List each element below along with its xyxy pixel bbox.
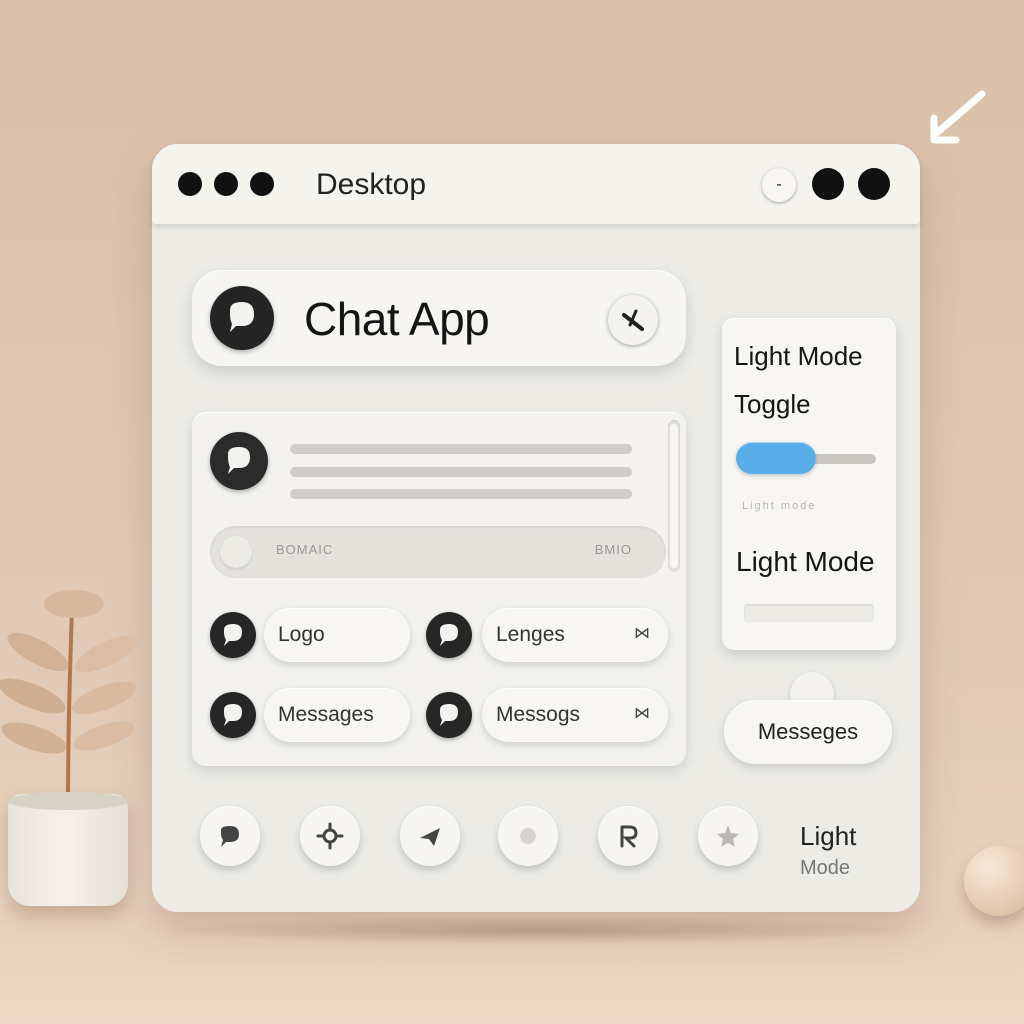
window-dot-2[interactable] <box>214 172 238 196</box>
star-icon[interactable] <box>698 806 758 866</box>
scroll-thumb[interactable] <box>670 424 678 568</box>
chat-bubble-icon <box>426 692 472 738</box>
r-icon[interactable] <box>598 806 658 866</box>
window-title: Desktop <box>316 168 427 201</box>
plane-icon[interactable] <box>400 806 460 866</box>
list-item-label: Logo <box>278 623 325 646</box>
list-item[interactable]: Logo <box>264 608 410 662</box>
chat-bubble-icon <box>210 612 256 658</box>
settings-panel: Light Mode Toggle Light mode Light Mode <box>722 318 896 650</box>
gear-icon[interactable] <box>300 806 360 866</box>
list-item[interactable]: Messogs ⋈ <box>482 688 668 742</box>
plant-pot-rim <box>8 792 128 810</box>
plant-pot <box>8 794 128 906</box>
mode-label: Light Mode <box>736 546 875 577</box>
send-label[interactable]: BMIO <box>595 542 632 557</box>
app-title: Chat App <box>304 293 490 345</box>
app-header: Chat App <box>192 270 686 366</box>
list-item[interactable]: Lenges ⋈ <box>482 608 668 662</box>
input-avatar <box>220 536 252 568</box>
message-line <box>290 467 632 477</box>
mode-field[interactable] <box>744 604 874 622</box>
message-avatar <box>210 432 268 490</box>
message-line <box>290 444 632 454</box>
chat-bubble-icon <box>210 286 274 350</box>
window-shadow <box>150 915 930 945</box>
close-icon[interactable]: ⋈ <box>634 623 650 643</box>
toggle-hint: Light mode <box>742 500 817 512</box>
circle-icon[interactable] <box>498 806 558 866</box>
close-button[interactable] <box>858 168 890 200</box>
list-item-label: Messages <box>278 703 374 726</box>
chat-bubble-icon <box>426 612 472 658</box>
input-placeholder: BOMAIC <box>276 542 334 557</box>
title-bar: Desktop - <box>152 144 920 224</box>
messages-button[interactable]: Messeges <box>724 700 892 764</box>
light-label: Light <box>800 821 857 851</box>
message-input[interactable]: BOMAIC BMIO <box>210 526 666 578</box>
light-mode-text: Light Mode <box>800 820 880 884</box>
chat-bubble-icon <box>210 692 256 738</box>
message-line <box>290 489 632 499</box>
list-item-label: Lenges <box>496 623 565 646</box>
window-dot-3[interactable] <box>250 172 274 196</box>
chat-panel: BOMAIC BMIO Logo Lenges ⋈ Messages Messo… <box>192 412 686 766</box>
minimize-button[interactable]: - <box>762 168 796 202</box>
chat-icon[interactable] <box>200 806 260 866</box>
app-window: Desktop - Chat App BOMAIC BMIO Logo Leng… <box>152 144 920 912</box>
maximize-button[interactable] <box>812 168 844 200</box>
list-item-label: Messogs <box>496 703 581 726</box>
mode-sublabel: Mode <box>800 857 851 879</box>
panel-title: Light Mode Toggle <box>734 341 863 419</box>
window-dot-1[interactable] <box>178 172 202 196</box>
list-item[interactable]: Messages <box>264 688 410 742</box>
plant-icon <box>0 590 138 802</box>
cursor-arrow-icon <box>930 90 986 144</box>
pen-icon[interactable] <box>608 295 658 345</box>
scrollbar[interactable] <box>668 420 680 572</box>
light-mode-toggle[interactable] <box>736 442 816 474</box>
close-icon[interactable]: ⋈ <box>634 703 650 723</box>
